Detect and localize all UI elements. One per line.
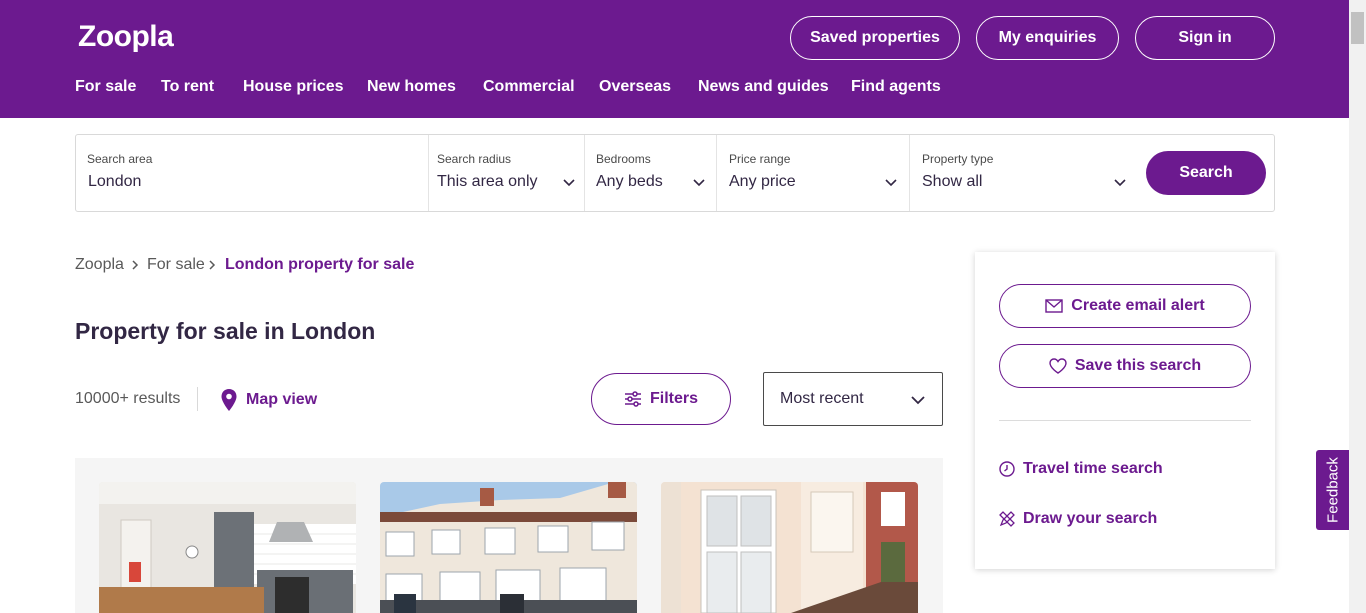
search-actions-panel: Create email alert Save this search Trav… <box>975 252 1275 569</box>
site-header: Zoopla Saved properties My enquiries Sig… <box>0 0 1366 118</box>
nav-overseas[interactable]: Overseas <box>599 78 671 96</box>
property-type-select[interactable]: Property type Show all <box>910 135 1135 211</box>
price-range-value: Any price <box>729 173 796 190</box>
sign-in-button[interactable]: Sign in <box>1135 16 1275 60</box>
sliders-icon <box>624 391 641 407</box>
feedback-tab[interactable]: Feedback <box>1316 450 1349 530</box>
pencil-ruler-icon <box>999 511 1015 527</box>
heart-icon <box>1049 358 1067 374</box>
chevron-down-icon <box>563 179 575 187</box>
breadcrumb-zoopla[interactable]: Zoopla <box>75 256 124 274</box>
bedrooms-select[interactable]: Bedrooms Any beds <box>585 135 716 211</box>
travel-time-search-label: Travel time search <box>1023 460 1163 477</box>
chevron-down-icon <box>693 179 705 187</box>
search-bar: Search area London Search radius This ar… <box>75 134 1275 212</box>
map-pin-icon <box>221 389 237 411</box>
listing-image[interactable] <box>380 482 637 613</box>
my-enquiries-button[interactable]: My enquiries <box>976 16 1119 60</box>
create-email-alert-label: Create email alert <box>1071 297 1205 314</box>
listing-image[interactable] <box>661 482 918 613</box>
travel-time-search-link[interactable]: Travel time search <box>999 460 1163 478</box>
breadcrumb-current: London property for sale <box>225 256 415 273</box>
terraced-house-photo <box>380 482 637 613</box>
save-search-label: Save this search <box>1074 357 1202 374</box>
page-title: Property for sale in London <box>75 318 376 344</box>
bedrooms-value: Any beds <box>596 173 663 190</box>
scrollbar-thumb[interactable] <box>1351 12 1364 44</box>
divider <box>197 387 198 411</box>
envelope-icon <box>1045 299 1063 313</box>
chevron-right-icon <box>132 260 139 270</box>
nav-commercial[interactable]: Commercial <box>483 78 575 96</box>
divider <box>999 420 1251 421</box>
saved-properties-button[interactable]: Saved properties <box>790 16 960 60</box>
scrollbar[interactable] <box>1349 0 1366 613</box>
filters-button[interactable]: Filters <box>591 373 731 425</box>
house-frontage-photo <box>661 482 918 613</box>
search-area-label: Search area <box>87 152 153 166</box>
map-view-label: Map view <box>246 391 318 408</box>
search-button[interactable]: Search <box>1146 151 1266 195</box>
search-radius-value: This area only <box>437 173 538 190</box>
search-area-input[interactable]: London <box>88 173 141 191</box>
save-search-button[interactable]: Save this search <box>999 344 1251 388</box>
kitchen-photo <box>99 482 356 613</box>
draw-your-search-link[interactable]: Draw your search <box>999 510 1157 528</box>
sort-value: Most recent <box>780 390 864 407</box>
property-type-label: Property type <box>922 152 994 166</box>
chevron-down-icon <box>885 179 897 187</box>
feedback-label: Feedback <box>1324 457 1341 523</box>
chevron-down-icon <box>911 396 925 405</box>
nav-news-and-guides[interactable]: News and guides <box>698 78 829 96</box>
map-view-link[interactable]: Map view <box>220 388 317 412</box>
chevron-right-icon <box>209 260 216 270</box>
search-radius-label: Search radius <box>437 152 512 166</box>
nav-for-sale[interactable]: For sale <box>75 78 136 96</box>
filters-label: Filters <box>649 390 698 407</box>
nav-house-prices[interactable]: House prices <box>243 78 343 96</box>
sort-select[interactable]: Most recent <box>763 372 943 426</box>
zoopla-logo[interactable]: Zoopla <box>78 20 174 54</box>
nav-new-homes[interactable]: New homes <box>367 78 456 96</box>
draw-your-search-label: Draw your search <box>1023 510 1158 527</box>
search-radius-select[interactable]: Search radius This area only <box>429 135 584 211</box>
breadcrumb-for-sale[interactable]: For sale <box>147 256 205 274</box>
property-type-value: Show all <box>922 173 983 190</box>
search-area-field[interactable]: Search area London <box>76 135 428 211</box>
listing-image[interactable] <box>99 482 356 613</box>
create-email-alert-button[interactable]: Create email alert <box>999 284 1251 328</box>
bedrooms-label: Bedrooms <box>596 152 651 166</box>
price-range-label: Price range <box>729 152 791 166</box>
results-count: 10000+ results <box>75 390 181 407</box>
nav-find-agents[interactable]: Find agents <box>851 78 941 96</box>
chevron-down-icon <box>1114 179 1126 187</box>
nav-to-rent[interactable]: To rent <box>161 78 214 96</box>
clock-icon <box>999 461 1015 477</box>
price-range-select[interactable]: Price range Any price <box>717 135 909 211</box>
